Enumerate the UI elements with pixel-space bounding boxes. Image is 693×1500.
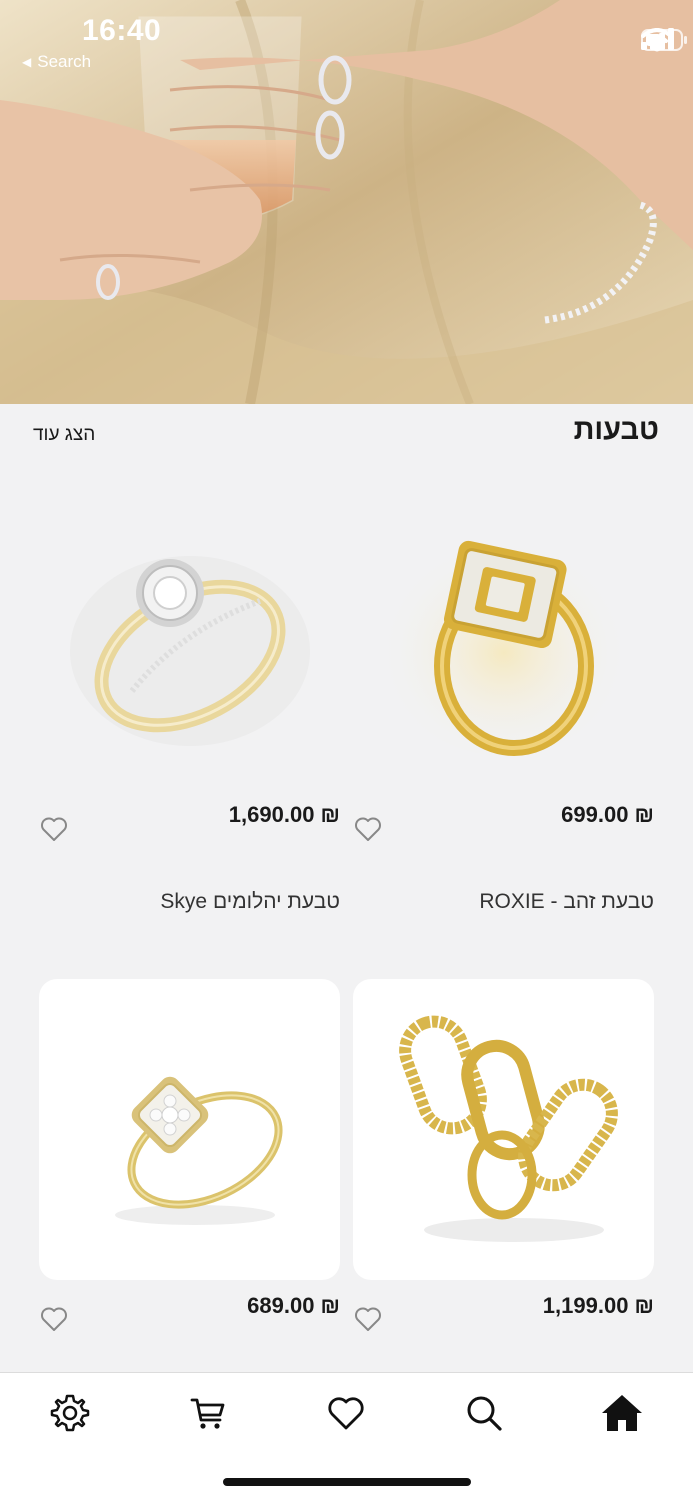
product-price: ₪ 689.00 — [247, 1293, 340, 1318]
home-icon[interactable] — [601, 1393, 643, 1433]
gold-rectangular-ring-image — [378, 525, 629, 756]
gear-icon[interactable] — [50, 1393, 90, 1433]
square-cluster-ring-image — [114, 1076, 283, 1225]
product-card[interactable]: ₪ 699.00 טבעת זהב - ROXIE — [353, 480, 654, 913]
back-label: Search — [37, 52, 92, 71]
product-image[interactable] — [353, 480, 654, 781]
product-price: ₪ 699.00 — [561, 802, 654, 827]
heart-icon[interactable] — [353, 814, 383, 844]
show-more-link[interactable]: הצג עוד — [33, 424, 95, 446]
cart-icon[interactable] — [188, 1393, 228, 1433]
nav-settings[interactable] — [48, 1391, 92, 1435]
search-icon[interactable] — [464, 1393, 504, 1433]
heart-icon[interactable] — [39, 814, 69, 844]
product-card[interactable]: ₪ 1,690.00 טבעת יהלומים Skye — [39, 480, 340, 913]
hero-banner[interactable]: 16:40 ◀ Search — [0, 0, 693, 404]
gold-oval-link-ring-image — [398, 1015, 618, 1242]
product-name[interactable]: טבעת יהלומים Skye — [160, 890, 340, 914]
round-halo-ring-image — [69, 555, 310, 746]
product-image[interactable] — [39, 480, 340, 781]
product-card[interactable]: ₪ 689.00 — [39, 979, 340, 1331]
heart-icon[interactable] — [39, 1304, 69, 1334]
product-name[interactable]: טבעת זהב - ROXIE — [479, 890, 654, 914]
heart-icon[interactable] — [326, 1393, 366, 1433]
status-time: 16:40 — [82, 14, 162, 47]
product-image[interactable] — [39, 979, 340, 1280]
product-image[interactable] — [353, 979, 654, 1280]
section-title: טבעות — [573, 414, 659, 446]
nav-home[interactable] — [600, 1391, 644, 1435]
nav-cart[interactable] — [186, 1391, 230, 1435]
nav-search[interactable] — [462, 1391, 506, 1435]
status-bar: 16:40 ◀ Search — [0, 0, 693, 80]
heart-icon[interactable] — [353, 1304, 383, 1334]
product-price: ₪ 1,199.00 — [542, 1293, 654, 1318]
product-price: ₪ 1,690.00 — [228, 802, 340, 827]
back-to-search-link[interactable]: ◀ Search — [22, 52, 91, 72]
back-arrow-icon: ◀ — [22, 55, 32, 69]
home-indicator[interactable] — [223, 1478, 471, 1486]
battery-icon — [641, 29, 687, 51]
product-card[interactable]: ₪ 1,199.00 — [353, 979, 654, 1331]
nav-favorites[interactable] — [324, 1391, 368, 1435]
